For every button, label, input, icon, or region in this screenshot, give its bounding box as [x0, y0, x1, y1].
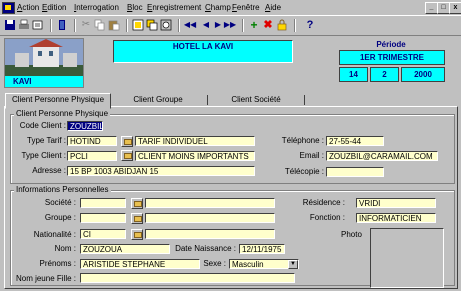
close-icon[interactable]: x	[449, 2, 461, 14]
query-icon[interactable]	[159, 18, 173, 32]
fonction-label: Fonction :	[309, 213, 345, 222]
photo-label: Photo	[341, 230, 362, 239]
telecopie-label: Télécopie :	[284, 167, 324, 176]
tab-client-groupe[interactable]: Client Groupe	[112, 94, 204, 106]
type-tarif-desc-field[interactable]: TARIF INDIVIDUEL	[135, 136, 255, 146]
menu-champ[interactable]: Champ	[205, 3, 231, 12]
periode-mois: 2	[370, 67, 399, 82]
nationalite-code-field[interactable]: CI	[80, 229, 126, 239]
help-icon[interactable]: ?	[303, 18, 317, 32]
group1-title: Client Personne Physique	[14, 109, 111, 118]
last-record-icon[interactable]: ▶▶	[223, 18, 237, 32]
societe-lookup-button[interactable]	[131, 198, 143, 209]
menu-bar: Action Edition Interrogation Bloc Enregi…	[0, 0, 461, 15]
first-record-icon[interactable]: ◀◀	[183, 18, 197, 32]
menu-edition[interactable]: Edition	[42, 3, 66, 12]
menu-enregistrement[interactable]: Enregistrement	[147, 3, 201, 12]
app-icon[interactable]	[2, 2, 15, 14]
copy-icon[interactable]	[93, 18, 107, 32]
type-tarif-code-field[interactable]: HOTIND	[67, 136, 117, 146]
paste-icon[interactable]	[107, 18, 121, 32]
groupe-code-field[interactable]	[80, 213, 126, 223]
adresse-label: Adresse :	[32, 166, 66, 175]
new-record-icon[interactable]	[131, 18, 145, 32]
menu-bloc[interactable]: Bloc	[127, 3, 143, 12]
fonction-field[interactable]: INFORMATICIEN	[356, 213, 436, 223]
cut-icon[interactable]: ✂	[79, 18, 93, 32]
email-field[interactable]: ZOUZBIL@CARAMAIL.COM	[326, 151, 438, 161]
date-naissance-field[interactable]: 12/11/1975	[239, 244, 285, 254]
periode-label: Période	[376, 40, 406, 49]
nom-field[interactable]: ZOUZOUA	[80, 244, 170, 254]
type-tarif-label: Type Tarif :	[27, 136, 66, 145]
type-client-code-field[interactable]: PCLI	[67, 151, 117, 161]
tab-client-personne-physique[interactable]: Client Personne Physique	[5, 93, 111, 109]
email-label: Email :	[299, 151, 324, 160]
photo-frame[interactable]	[370, 228, 444, 288]
type-client-desc-field[interactable]: CLIENT MOINS IMPORTANTS	[135, 151, 255, 161]
menu-aide[interactable]: Aide	[265, 3, 281, 12]
duplicate-record-icon[interactable]	[145, 18, 159, 32]
lock-icon[interactable]	[275, 18, 289, 32]
groupe-lookup-button[interactable]	[131, 213, 143, 224]
periode-value: 1ER TRIMESTRE	[339, 50, 445, 65]
sexe-label: Sexe :	[203, 259, 226, 268]
tab-client-societe[interactable]: Client Société	[210, 94, 302, 106]
type-tarif-lookup-button[interactable]	[121, 136, 133, 147]
nationalite-lookup-button[interactable]	[131, 229, 143, 240]
groupe-label: Groupe :	[44, 213, 76, 222]
periode-annee: 2000	[401, 67, 445, 82]
prenoms-field[interactable]: ARISTIDE STEPHANE	[80, 259, 200, 269]
code-client-label: Code Client :	[19, 121, 66, 130]
toolbar: ✂ ◀◀ ◀ ▶ ▶▶ + ✖ ?	[0, 15, 461, 36]
telephone-field[interactable]: 27-55-44	[326, 136, 384, 146]
nationalite-label: Nationalité :	[33, 230, 76, 239]
chevron-down-icon[interactable]: ▼	[288, 260, 298, 269]
logo-caption: KAVI	[5, 76, 83, 87]
nom-jeune-fille-label: Nom jeune Fille :	[15, 274, 76, 283]
type-client-lookup-button[interactable]	[121, 150, 133, 161]
telephone-label: Téléphone :	[281, 136, 324, 145]
hotel-logo: KAVI	[4, 38, 84, 88]
residence-label: Résidence :	[302, 198, 345, 207]
menu-fenetre[interactable]: Fenêtre	[232, 3, 260, 12]
hotel-name: HOTEL LA KAVI	[113, 40, 293, 63]
date-naissance-label: Date Naissance :	[175, 244, 236, 253]
societe-desc-field[interactable]	[145, 198, 275, 208]
save-icon[interactable]	[3, 18, 17, 32]
code-client-field[interactable]: ZOUZBIL	[67, 121, 103, 131]
add-record-icon[interactable]: +	[247, 18, 261, 32]
print-icon[interactable]	[17, 18, 31, 32]
telecopie-field[interactable]	[326, 167, 384, 177]
group2-title: Informations Personnelles	[14, 185, 111, 194]
societe-label: Société :	[44, 198, 76, 207]
adresse-field[interactable]: 15 BP 1003 ABIDJAN 15	[67, 166, 255, 176]
groupe-desc-field[interactable]	[145, 213, 275, 223]
exit-door-icon[interactable]	[55, 18, 69, 32]
prenoms-label: Prénoms :	[39, 259, 76, 268]
delete-record-icon[interactable]: ✖	[261, 18, 275, 32]
menu-action[interactable]: Action	[17, 3, 39, 12]
residence-field[interactable]: VRIDI	[356, 198, 436, 208]
periode-num: 14	[339, 67, 368, 82]
nom-jeune-fille-field[interactable]	[80, 273, 295, 283]
preview-icon[interactable]	[31, 18, 45, 32]
menu-interrogation[interactable]: Interrogation	[74, 3, 119, 12]
type-client-label: Type Client :	[21, 151, 66, 160]
nationalite-desc-field[interactable]	[145, 229, 275, 239]
nom-label: Nom :	[54, 244, 76, 253]
societe-code-field[interactable]	[80, 198, 126, 208]
